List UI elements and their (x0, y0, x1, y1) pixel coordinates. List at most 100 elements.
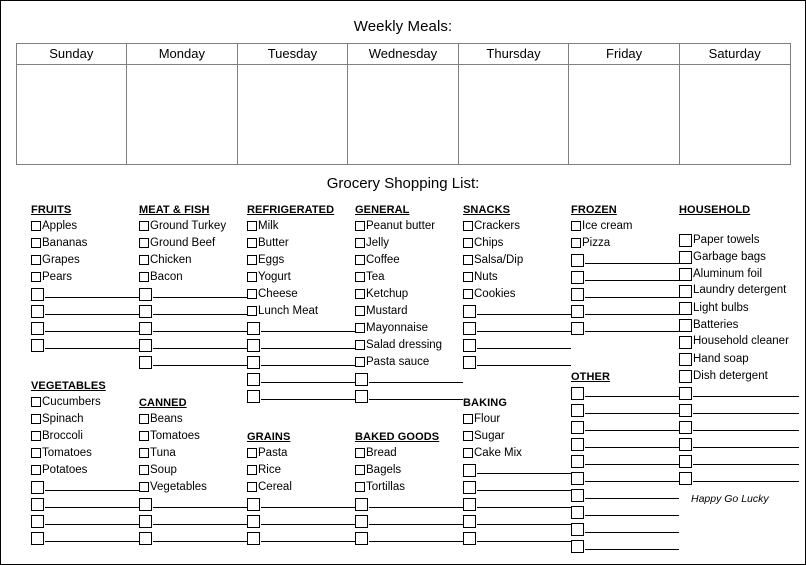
checkbox-icon[interactable] (247, 515, 260, 528)
checkbox-icon[interactable] (355, 340, 365, 350)
checklist-item[interactable]: Potatoes (31, 462, 139, 479)
checkbox-icon[interactable] (571, 472, 584, 485)
checklist-item[interactable]: Pears (31, 269, 139, 286)
checklist-blank-row[interactable] (31, 337, 139, 354)
checklist-item[interactable]: Ketchup (355, 286, 463, 303)
write-in-line[interactable] (261, 382, 355, 383)
write-in-line[interactable] (693, 413, 799, 414)
write-in-line[interactable] (261, 399, 355, 400)
checklist-blank-row[interactable] (571, 487, 679, 504)
checklist-item[interactable]: Crackers (463, 218, 571, 235)
checkbox-icon[interactable] (247, 289, 257, 299)
checklist-item[interactable]: Household cleaner (679, 334, 799, 351)
checklist-item[interactable]: Hand soap (679, 351, 799, 368)
write-in-line[interactable] (477, 331, 571, 332)
write-in-line[interactable] (693, 430, 799, 431)
checkbox-icon[interactable] (139, 305, 152, 318)
checklist-item[interactable]: Jelly (355, 235, 463, 252)
checkbox-icon[interactable] (571, 489, 584, 502)
checkbox-icon[interactable] (139, 339, 152, 352)
checkbox-icon[interactable] (571, 421, 584, 434)
checkbox-icon[interactable] (679, 438, 692, 451)
checkbox-icon[interactable] (355, 515, 368, 528)
checklist-item[interactable]: Soup (139, 462, 247, 479)
checklist-blank-row[interactable] (31, 320, 139, 337)
checkbox-icon[interactable] (463, 532, 476, 545)
checkbox-icon[interactable] (679, 353, 692, 366)
write-in-line[interactable] (585, 413, 679, 414)
checklist-blank-row[interactable] (571, 504, 679, 521)
checklist-item[interactable]: Aluminum foil (679, 266, 799, 283)
checkbox-icon[interactable] (355, 390, 368, 403)
write-in-line[interactable] (585, 481, 679, 482)
checkbox-icon[interactable] (31, 221, 41, 231)
day-cell-sunday[interactable] (15, 64, 128, 165)
write-in-line[interactable] (45, 524, 139, 525)
checklist-item[interactable]: Salsa/Dip (463, 252, 571, 269)
checklist-item[interactable]: Tortillas (355, 479, 463, 496)
checkbox-icon[interactable] (139, 221, 149, 231)
checklist-blank-row[interactable] (247, 496, 355, 513)
checkbox-icon[interactable] (679, 251, 692, 264)
write-in-line[interactable] (153, 297, 247, 298)
checkbox-icon[interactable] (139, 465, 149, 475)
checklist-blank-row[interactable] (139, 337, 247, 354)
checkbox-icon[interactable] (571, 221, 581, 231)
checklist-item[interactable]: Broccoli (31, 428, 139, 445)
checkbox-icon[interactable] (355, 448, 365, 458)
checkbox-icon[interactable] (463, 339, 476, 352)
checkbox-icon[interactable] (31, 431, 41, 441)
write-in-line[interactable] (693, 464, 799, 465)
checkbox-icon[interactable] (463, 356, 476, 369)
checkbox-icon[interactable] (31, 238, 41, 248)
checkbox-icon[interactable] (139, 356, 152, 369)
checklist-item[interactable]: Dish detergent (679, 368, 799, 385)
checklist-blank-row[interactable] (31, 479, 139, 496)
checklist-item[interactable]: Lunch Meat (247, 303, 355, 320)
checklist-blank-row[interactable] (679, 436, 799, 453)
checkbox-icon[interactable] (355, 465, 365, 475)
checklist-blank-row[interactable] (571, 286, 679, 303)
checklist-blank-row[interactable] (31, 530, 139, 547)
checkbox-icon[interactable] (247, 238, 257, 248)
checkbox-icon[interactable] (463, 498, 476, 511)
checklist-blank-row[interactable] (571, 521, 679, 538)
checklist-blank-row[interactable] (463, 303, 571, 320)
write-in-line[interactable] (153, 314, 247, 315)
checkbox-icon[interactable] (139, 238, 149, 248)
checklist-blank-row[interactable] (247, 354, 355, 371)
checklist-item[interactable]: Coffee (355, 252, 463, 269)
checklist-blank-row[interactable] (139, 303, 247, 320)
checklist-item[interactable]: Ground Beef (139, 235, 247, 252)
write-in-line[interactable] (45, 314, 139, 315)
checkbox-icon[interactable] (247, 373, 260, 386)
checklist-blank-row[interactable] (139, 496, 247, 513)
write-in-line[interactable] (585, 447, 679, 448)
checklist-blank-row[interactable] (571, 538, 679, 555)
write-in-line[interactable] (45, 541, 139, 542)
checkbox-icon[interactable] (247, 272, 257, 282)
day-cell-saturday[interactable] (678, 64, 791, 165)
checklist-blank-row[interactable] (247, 320, 355, 337)
checklist-blank-row[interactable] (355, 371, 463, 388)
checklist-item[interactable]: Chips (463, 235, 571, 252)
day-cell-wednesday[interactable] (347, 64, 459, 165)
checkbox-icon[interactable] (679, 455, 692, 468)
checklist-item[interactable]: Rice (247, 462, 355, 479)
checklist-blank-row[interactable] (679, 402, 799, 419)
checkbox-icon[interactable] (463, 238, 473, 248)
checkbox-icon[interactable] (247, 532, 260, 545)
checkbox-icon[interactable] (571, 506, 584, 519)
checklist-item[interactable]: Bagels (355, 462, 463, 479)
checkbox-icon[interactable] (571, 523, 584, 536)
checklist-item[interactable]: Chicken (139, 252, 247, 269)
checklist-blank-row[interactable] (679, 419, 799, 436)
checkbox-icon[interactable] (247, 356, 260, 369)
checkbox-icon[interactable] (463, 305, 476, 318)
checkbox-icon[interactable] (247, 390, 260, 403)
checkbox-icon[interactable] (139, 482, 149, 492)
checkbox-icon[interactable] (31, 515, 44, 528)
checklist-blank-row[interactable] (571, 470, 679, 487)
checklist-item[interactable]: Beans (139, 411, 247, 428)
write-in-line[interactable] (261, 507, 355, 508)
